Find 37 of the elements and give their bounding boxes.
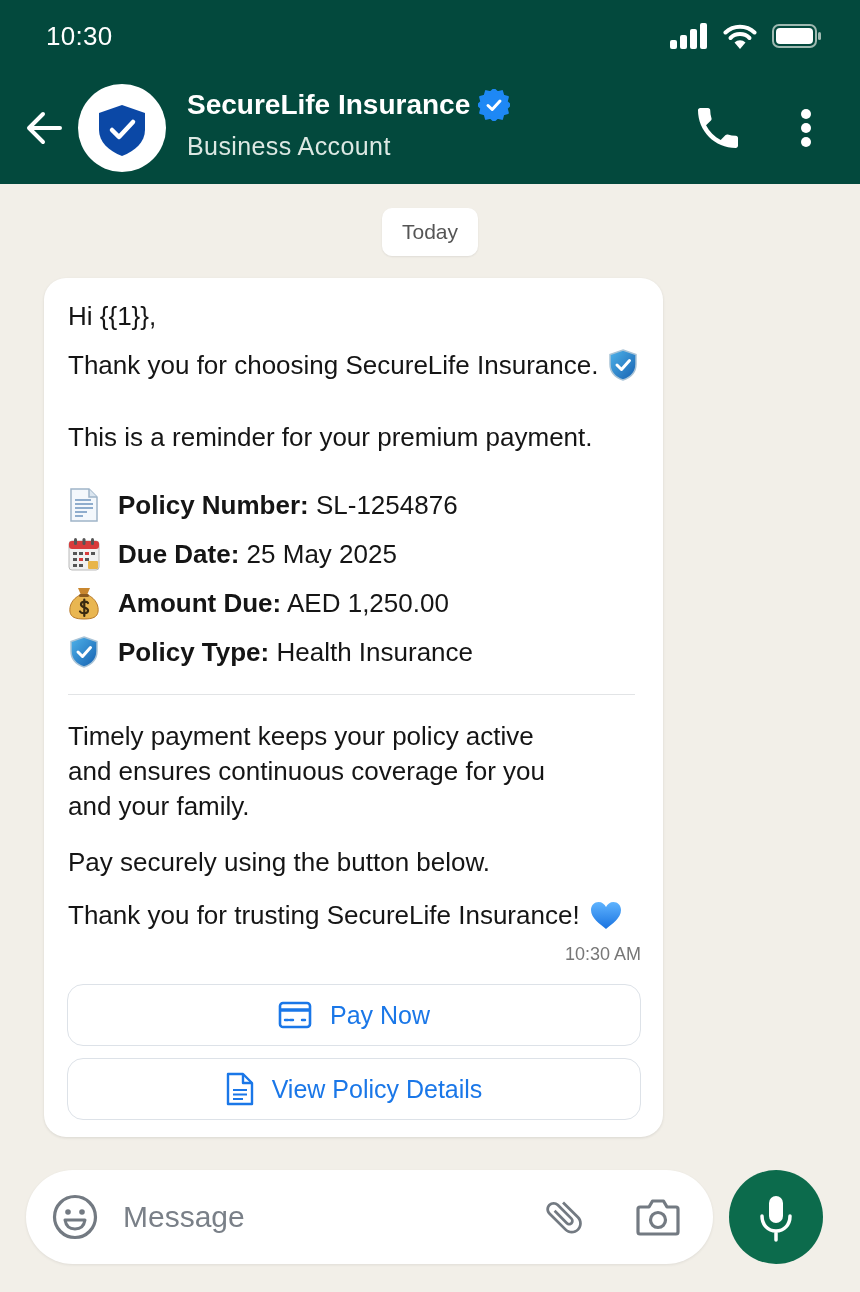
message-field[interactable]: Message [123,1196,542,1238]
shield-avatar-icon[interactable] [78,84,166,172]
shield-check-icon [608,349,639,381]
detail-text: Due Date: 25 May 2025 [118,538,397,571]
signal-icon [670,23,708,49]
date-label: Today [381,208,478,256]
shield-check-icon [68,636,100,668]
microphone-button-icon[interactable] [729,1170,823,1264]
message-text: Thank you for choosing SecureLife Insurance. [68,349,599,382]
action-button[interactable]: Pay Now [67,984,641,1046]
credit-card-icon [277,1001,312,1029]
document-icon [68,488,100,522]
phone-call-icon[interactable] [698,108,738,148]
money-bag-icon [68,586,100,620]
greeting-text: Hi {{1}}, [68,301,157,331]
message-text: Timely payment keeps your policy active and ensures continuous coverage for you and your family. [68,721,545,821]
heart-icon [589,900,622,930]
camera-icon[interactable] [636,1198,680,1236]
message-time: 10:30 AM [564,943,641,966]
document-icon [225,1072,254,1106]
message-text: Thank you for trusting SecureLife Insurance! [68,899,580,932]
detail-text: Amount Due: AED 1,250.00 [118,587,449,620]
more-options-icon[interactable] [800,109,812,147]
message-input-bar[interactable]: Message [26,1170,713,1264]
detail-text: Policy Type: Health Insurance [118,636,474,669]
message-text: Pay securely using the button below. [68,847,491,877]
contact-name: SecureLife Insurance [187,87,471,122]
detail-text: Policy Number: SL-1254876 [118,489,458,522]
emoji-icon[interactable] [52,1194,98,1240]
action-button[interactable]: View Policy Details [67,1058,641,1120]
message-text: This is a reminder for your premium payment. [68,422,593,452]
battery-icon [772,24,822,48]
back-arrow-icon[interactable] [25,111,63,145]
status-time: 10:30 [46,20,113,52]
calendar-icon [68,537,100,571]
account-type-label: Business Account [187,130,391,161]
wifi-icon [723,23,757,49]
